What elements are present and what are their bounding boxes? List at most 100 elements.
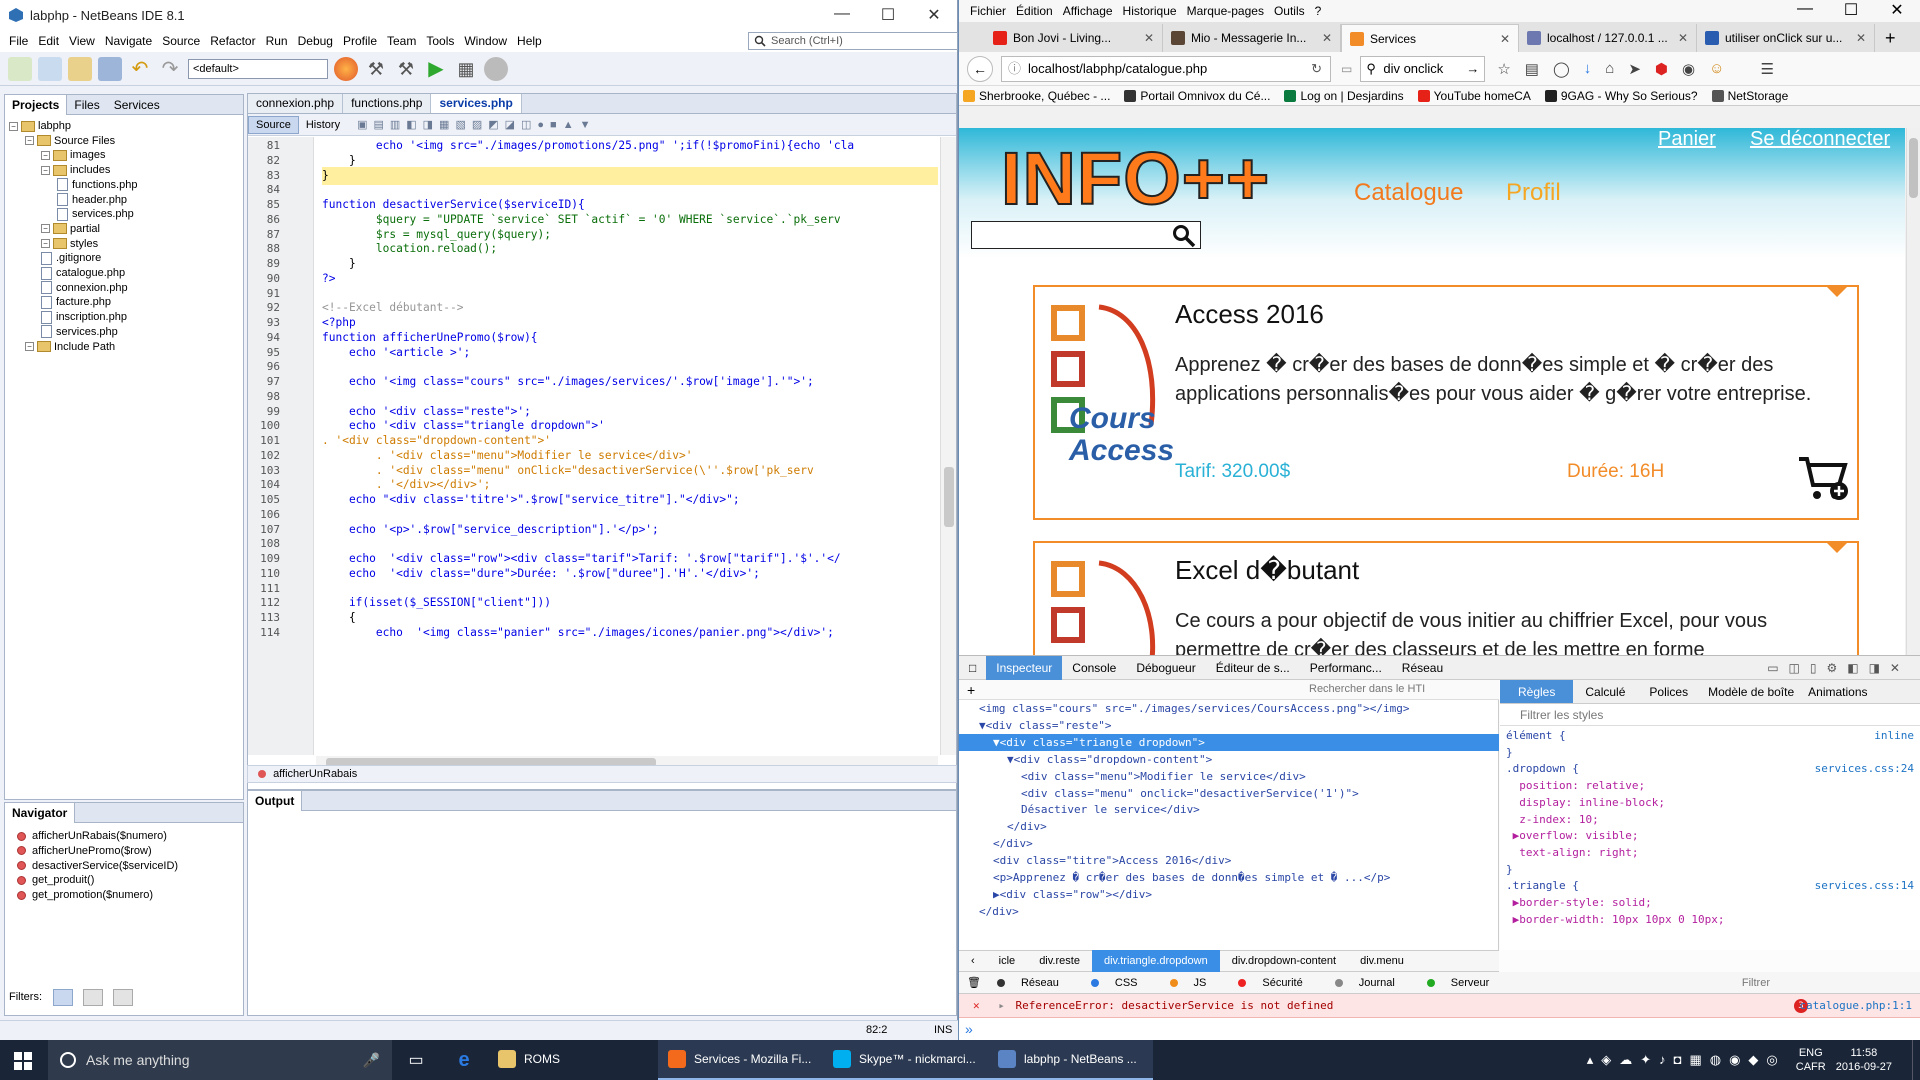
dropdown-triangle[interactable] [1827, 287, 1847, 297]
menu-fichier[interactable]: Fichier [965, 4, 1011, 18]
tab-output[interactable]: Output [248, 790, 303, 811]
markup-node[interactable]: </div> [1007, 818, 1047, 835]
markup-node[interactable]: <img class="cours" src="./images/service… [979, 700, 1409, 717]
cortana-search-box[interactable]: Ask me anything 🎤 [48, 1040, 392, 1080]
back-button[interactable]: ← [967, 55, 993, 82]
tab-projects[interactable]: Projects [5, 94, 68, 115]
add-to-cart-icon[interactable] [1797, 455, 1849, 503]
system-tray-icons[interactable]: ▴◈☁✦♪◘▦◍◉◆◎ [1587, 1052, 1786, 1068]
close-tab-icon[interactable]: ✕ [1678, 31, 1688, 45]
menu-navigate[interactable]: Navigate [100, 34, 157, 48]
download-icon[interactable]: ↓ [1584, 60, 1592, 78]
code-area[interactable]: echo '<img src="./images/promotions/25.p… [316, 137, 938, 755]
library-icon[interactable]: ▤ [1525, 60, 1539, 78]
rules-tab-calcule[interactable]: Calculé [1573, 680, 1637, 703]
menu-tools[interactable]: Tools [421, 34, 459, 48]
code-line[interactable]: echo '<p>'.$row["service_description"].'… [322, 521, 659, 539]
console-filter-css[interactable]: CSS [1090, 977, 1154, 989]
bookmark-star-icon[interactable]: ☆ [1497, 60, 1510, 78]
css-rule-line[interactable]: text-align: right; [1506, 845, 1920, 861]
crumb-4[interactable]: div.menu [1348, 955, 1416, 967]
profile-icon[interactable] [484, 56, 508, 81]
styles-filter-input[interactable]: Filtrer les styles [1500, 704, 1920, 726]
bookmark-item[interactable]: 9GAG - Why So Serious? [1544, 89, 1698, 103]
breadcrumb-method[interactable]: afficherUnRabais [273, 768, 357, 780]
microphone-icon[interactable]: 🎤 [363, 1052, 380, 1069]
taskbar-app[interactable]: ROMS [488, 1040, 658, 1080]
console-filter-input[interactable]: Filtrer [1742, 977, 1770, 989]
show-desktop-button[interactable] [1912, 1040, 1920, 1080]
css-source-link[interactable]: inline [1874, 728, 1914, 744]
ff-minimize-button[interactable]: — [1782, 0, 1828, 20]
bookmark-item[interactable]: YouTube homeCA [1417, 89, 1531, 103]
markup-node[interactable]: ▶<div class="row"></div> [993, 886, 1152, 903]
deconnecter-link[interactable]: Se déconnecter [1750, 128, 1890, 151]
menu-edition[interactable]: Édition [1011, 4, 1058, 18]
run-icon[interactable]: ▶ [424, 57, 448, 81]
css-source-link[interactable]: services.css:24 [1815, 761, 1914, 777]
page-scrollbar[interactable] [1906, 128, 1920, 655]
console-filter-journal[interactable]: Journal [1334, 977, 1411, 989]
css-rule-line[interactable]: ▶overflow: visible; [1506, 828, 1920, 844]
configuration-select[interactable]: <default> [188, 58, 328, 79]
crumb-0[interactable]: icle [987, 955, 1028, 967]
expand-toggle-icon[interactable]: − [25, 136, 34, 146]
site-search-input[interactable] [971, 221, 1201, 249]
code-line[interactable]: echo '<div class="dure">Durée: '.$row["d… [322, 565, 760, 583]
css-rule-line[interactable]: ▶border-style: solid; [1506, 895, 1920, 911]
new-tab-button[interactable]: + [1885, 24, 1896, 52]
console-filter-securite[interactable]: Sécurité [1238, 977, 1318, 989]
expand-toggle-icon[interactable]: − [41, 150, 50, 160]
menu-marque-pages[interactable]: Marque-pages [1182, 4, 1269, 18]
edge-icon[interactable]: e [440, 1049, 488, 1072]
console-filter-serveur[interactable]: Serveur [1426, 977, 1506, 989]
site-logo[interactable]: INFO++ [1000, 136, 1270, 221]
menu-edit[interactable]: Edit [33, 34, 64, 48]
close-button[interactable]: ✕ [911, 5, 957, 25]
taskbar-app[interactable]: labphp - NetBeans ... [988, 1040, 1153, 1080]
code-line[interactable]: } [322, 166, 938, 185]
markup-node[interactable]: ▼<div class="triangle dropdown"> [959, 733, 1499, 751]
devtools-tab-editeur[interactable]: Éditeur de s... [1206, 656, 1300, 680]
browser-tab[interactable]: utiliser onClick sur u... ✕ [1697, 24, 1875, 52]
menu-profile[interactable]: Profile [338, 34, 382, 48]
ide-search-input[interactable]: Search (Ctrl+I) [748, 32, 958, 50]
history-view-button[interactable]: History [299, 117, 347, 133]
editor-tab-services[interactable]: services.php [431, 94, 522, 113]
bookmark-item[interactable]: NetStorage [1711, 89, 1788, 103]
code-line[interactable]: echo '<img class="panier" src="./images/… [322, 624, 834, 642]
nav-profil[interactable]: Profil [1506, 179, 1561, 207]
ff-close-button[interactable]: ✕ [1874, 0, 1920, 20]
adblock-icon[interactable]: ⬢ [1655, 60, 1668, 78]
filter-private-icon[interactable] [113, 989, 133, 1006]
devtools-tab-inspecteur[interactable]: Inspecteur [986, 655, 1063, 680]
new-project-icon[interactable] [38, 56, 62, 81]
markup-node[interactable]: ▼<div class="dropdown-content"> [1007, 751, 1212, 768]
tab-navigator[interactable]: Navigator [5, 802, 76, 823]
new-file-icon[interactable] [8, 56, 32, 81]
menu-source[interactable]: Source [157, 34, 205, 48]
markup-search-input[interactable]: Rechercher dans le HTI [1309, 683, 1425, 695]
debug-icon[interactable]: ▦ [454, 57, 478, 81]
reader-view-icon[interactable]: ▭ [1341, 62, 1352, 76]
extension-icon[interactable]: ☺ [1709, 60, 1724, 78]
browser-tab[interactable]: Mio - Messagerie In... ✕ [1163, 24, 1341, 52]
crumbs-back-icon[interactable]: ‹ [959, 955, 987, 967]
build-icon[interactable]: ⚒ [364, 57, 388, 81]
markup-node[interactable]: <div class="menu" onclick="desactiverSer… [1021, 785, 1359, 802]
crumb-3[interactable]: div.dropdown-content [1220, 955, 1348, 967]
markup-node[interactable]: Désactiver le service</div> [1021, 801, 1200, 818]
css-rule-line[interactable]: } [1506, 862, 1920, 878]
expand-toggle-icon[interactable]: − [25, 342, 34, 352]
bookmark-item[interactable]: Log on | Desjardins [1284, 89, 1404, 103]
rules-tab-modele[interactable]: Modèle de boîte [1700, 680, 1802, 703]
undo-icon[interactable]: ↶ [128, 57, 152, 81]
tab-services[interactable]: Services [107, 95, 167, 115]
editor-tab-functions[interactable]: functions.php [343, 94, 432, 113]
css-source-link[interactable]: services.css:14 [1815, 878, 1914, 894]
console-input[interactable]: » [959, 1018, 1920, 1041]
panier-link[interactable]: Panier [1658, 128, 1716, 151]
code-line[interactable]: echo '<img src="./images/promotions/25.p… [322, 137, 854, 155]
css-rule-line[interactable]: display: inline-block; [1506, 795, 1920, 811]
menu-file[interactable]: File [4, 34, 33, 48]
